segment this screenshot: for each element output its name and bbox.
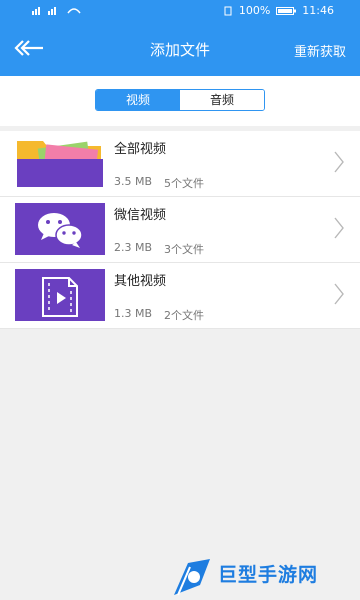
tab-bar: 视频 音频 [0, 76, 360, 126]
chevron-right-icon [334, 217, 344, 239]
watermark-text: 巨型手游网 [218, 564, 319, 586]
chevron-right-icon [334, 151, 344, 173]
folder-list: 全部视频 3.5 MB 5个文件 微信视频 2.3 MB 3个文件 其他视频 1… [0, 131, 360, 329]
watermark: 巨型手游网 [160, 555, 360, 600]
battery-percent: 100% [238, 4, 271, 17]
folder-meta: 3.5 MB 5个文件 [114, 175, 204, 191]
signal-indicators [32, 5, 88, 15]
tab-audio[interactable]: 音频 [180, 90, 264, 110]
watermark-logo [174, 559, 210, 596]
folder-icon [15, 137, 105, 189]
folder-meta: 2.3 MB 3个文件 [114, 241, 204, 257]
folder-name: 微信视频 [114, 208, 167, 223]
folder-size: 2.3 MB [114, 241, 153, 254]
segmented-control: 视频 音频 [95, 89, 265, 111]
vibrate-icon [224, 6, 232, 15]
folder-size: 1.3 MB [114, 307, 153, 320]
folder-size: 3.5 MB [114, 175, 153, 188]
signal-icon [32, 7, 81, 15]
folder-name: 全部视频 [114, 142, 167, 157]
refresh-button[interactable]: 重新获取 [294, 41, 346, 60]
folder-count: 5个文件 [164, 177, 205, 190]
folder-count: 3个文件 [164, 243, 205, 256]
app-header: 添加文件 重新获取 [0, 22, 360, 76]
list-item-all-videos[interactable]: 全部视频 3.5 MB 5个文件 [0, 131, 360, 197]
list-item-other-videos[interactable]: 其他视频 1.3 MB 2个文件 [0, 263, 360, 329]
list-item-wechat-videos[interactable]: 微信视频 2.3 MB 3个文件 [0, 197, 360, 263]
video-file-icon [15, 269, 105, 321]
wechat-icon [15, 203, 105, 255]
status-time: 11:46 [302, 4, 334, 17]
folder-name: 其他视频 [114, 274, 167, 289]
tab-video[interactable]: 视频 [96, 90, 180, 110]
status-bar: 100% 11:46 [0, 0, 360, 22]
battery-icon [276, 6, 297, 15]
chevron-right-icon [334, 283, 344, 305]
folder-count: 2个文件 [164, 309, 205, 322]
folder-meta: 1.3 MB 2个文件 [114, 307, 204, 323]
